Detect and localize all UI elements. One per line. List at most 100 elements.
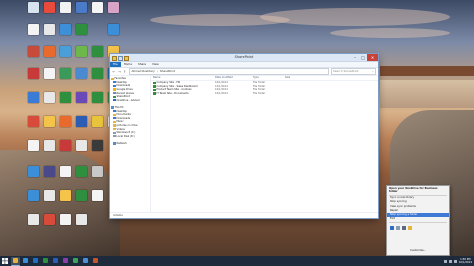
clock-date: 10/1/2014 bbox=[458, 261, 472, 264]
explorer-app-icon bbox=[13, 258, 18, 263]
desktop-app-icon[interactable] bbox=[60, 116, 71, 127]
desktop-app-icon[interactable] bbox=[28, 116, 39, 127]
desktop-app-icon[interactable] bbox=[28, 24, 39, 35]
ie-icon[interactable] bbox=[108, 24, 119, 35]
desktop-app-icon[interactable] bbox=[76, 166, 87, 177]
desktop-app-icon[interactable] bbox=[92, 68, 103, 79]
desktop-app-icon[interactable] bbox=[76, 140, 87, 151]
recycle-bin-icon[interactable] bbox=[28, 2, 39, 13]
desktop-app-icon[interactable] bbox=[60, 24, 71, 35]
column-header-type[interactable]: Type bbox=[251, 76, 283, 79]
desktop-app-icon[interactable] bbox=[92, 140, 103, 151]
desktop-app-icon[interactable] bbox=[44, 140, 55, 151]
folder-icon bbox=[113, 95, 116, 98]
nav-item-label: Music bbox=[116, 120, 124, 124]
desktop-app-icon[interactable] bbox=[76, 214, 87, 225]
menu-header[interactable]: Open your OneDrive for Business folder bbox=[387, 186, 449, 194]
desktop-app-icon[interactable] bbox=[92, 2, 103, 13]
desktop-app-icon[interactable] bbox=[76, 46, 87, 57]
tab-share[interactable]: Share bbox=[135, 62, 149, 67]
desktop-app-icon[interactable] bbox=[76, 24, 87, 35]
desktop-app-icon[interactable] bbox=[76, 92, 87, 103]
desktop-app-icon[interactable] bbox=[76, 2, 87, 13]
camtasia-app-button[interactable] bbox=[71, 257, 80, 265]
ie-app-button[interactable] bbox=[21, 257, 30, 265]
up-arrow-icon[interactable]: ↑ bbox=[123, 70, 127, 74]
desktop-app-icon[interactable] bbox=[92, 190, 103, 201]
desktop-app-icon[interactable] bbox=[44, 24, 55, 35]
desktop-app-icon[interactable] bbox=[76, 68, 87, 79]
menu-item[interactable]: Exit bbox=[387, 217, 449, 221]
back-arrow-icon[interactable]: ← bbox=[112, 70, 116, 74]
desktop-app-icon[interactable] bbox=[60, 140, 71, 151]
desktop-app-icon[interactable] bbox=[28, 92, 39, 103]
column-header-date[interactable]: Date modified bbox=[213, 76, 251, 79]
explorer-app-button[interactable] bbox=[11, 256, 20, 266]
window-controls: – □ ✕ bbox=[351, 54, 378, 61]
address-bar[interactable]: Ahmed Rushtery › SharePoint bbox=[128, 68, 329, 75]
file-row[interactable]: IT Team Site - Documents 10/1/2014 File fo… bbox=[151, 92, 378, 96]
desktop-app-icon[interactable] bbox=[76, 116, 87, 127]
desktop-app-icon[interactable] bbox=[44, 116, 55, 127]
desktop-app-icon[interactable] bbox=[28, 68, 39, 79]
outlook-app-button[interactable] bbox=[31, 257, 40, 265]
desktop-app-icon[interactable] bbox=[44, 92, 55, 103]
desktop-app-icon[interactable] bbox=[92, 92, 103, 103]
word-app-button[interactable] bbox=[51, 257, 60, 265]
shield-icon[interactable] bbox=[408, 225, 412, 230]
desktop-app-icon[interactable] bbox=[28, 190, 39, 201]
nav-item-label: Local Disk (D:) bbox=[116, 134, 135, 138]
desktop-app-icon[interactable] bbox=[28, 214, 39, 225]
clock[interactable]: 1:56 PM 10/1/2014 bbox=[459, 258, 472, 264]
desktop-app-icon[interactable] bbox=[92, 166, 103, 177]
desktop-app-icon[interactable] bbox=[44, 68, 55, 79]
maximize-button[interactable]: □ bbox=[359, 54, 367, 61]
network-icon[interactable] bbox=[448, 259, 452, 263]
desktop-app-icon[interactable] bbox=[60, 68, 71, 79]
desktop-app-icon[interactable] bbox=[92, 46, 103, 57]
forward-arrow-icon[interactable]: → bbox=[118, 70, 122, 74]
excel-app-button[interactable] bbox=[41, 257, 50, 265]
minimize-button[interactable]: – bbox=[351, 54, 359, 61]
volume-icon[interactable] bbox=[453, 259, 457, 263]
search-input[interactable]: Search SharePoint ⌕ bbox=[330, 68, 376, 75]
onedrive-icon[interactable] bbox=[390, 225, 394, 230]
close-button[interactable]: ✕ bbox=[367, 54, 378, 61]
tab-file[interactable]: File bbox=[110, 62, 121, 67]
desktop-app-icon[interactable] bbox=[108, 2, 119, 13]
desktop-app-icon[interactable] bbox=[60, 92, 71, 103]
desktop-app-icon[interactable] bbox=[76, 190, 87, 201]
network-icon[interactable] bbox=[396, 225, 400, 230]
customize-link[interactable]: Customize... bbox=[387, 249, 449, 252]
breadcrumb-item[interactable]: Ahmed Rushtery bbox=[132, 69, 155, 74]
show-hidden-icons-icon[interactable] bbox=[443, 259, 447, 263]
desktop-app-icon[interactable] bbox=[44, 214, 55, 225]
desktop-app-icon[interactable] bbox=[28, 46, 39, 57]
desktop-app-icon[interactable] bbox=[60, 2, 71, 13]
desktop-app-icon[interactable] bbox=[92, 116, 103, 127]
nav-item-label: Favorites bbox=[114, 77, 126, 81]
desktop-app-icon[interactable] bbox=[60, 166, 71, 177]
desktop-app-icon[interactable] bbox=[60, 46, 71, 57]
tab-view[interactable]: View bbox=[149, 62, 162, 67]
title-bar[interactable]: SharePoint – □ ✕ bbox=[110, 54, 378, 62]
column-header-name[interactable]: Name bbox=[151, 76, 213, 79]
powerpoint-app-button[interactable] bbox=[91, 257, 100, 265]
desktop-app-icon[interactable] bbox=[44, 190, 55, 201]
onenote-app-button[interactable] bbox=[61, 257, 70, 265]
volume-icon[interactable] bbox=[402, 225, 406, 230]
breadcrumb-item[interactable]: SharePoint bbox=[160, 69, 175, 74]
desktop-app-icon[interactable] bbox=[44, 2, 55, 13]
windows-logo-icon bbox=[2, 258, 8, 264]
desktop-app-icon[interactable] bbox=[60, 214, 71, 225]
desktop-app-icon[interactable] bbox=[28, 166, 39, 177]
column-header-size[interactable]: Size bbox=[283, 76, 305, 79]
desktop-app-icon[interactable] bbox=[44, 166, 55, 177]
desktop-app-icon[interactable] bbox=[44, 46, 55, 57]
nav-item[interactable]: Network bbox=[110, 142, 150, 146]
desktop-app-icon[interactable] bbox=[28, 140, 39, 151]
desktop-app-icon[interactable] bbox=[60, 190, 71, 201]
tab-home[interactable]: Home bbox=[121, 62, 135, 67]
start-button[interactable] bbox=[0, 256, 10, 266]
onedrive-app-button[interactable] bbox=[81, 257, 90, 265]
